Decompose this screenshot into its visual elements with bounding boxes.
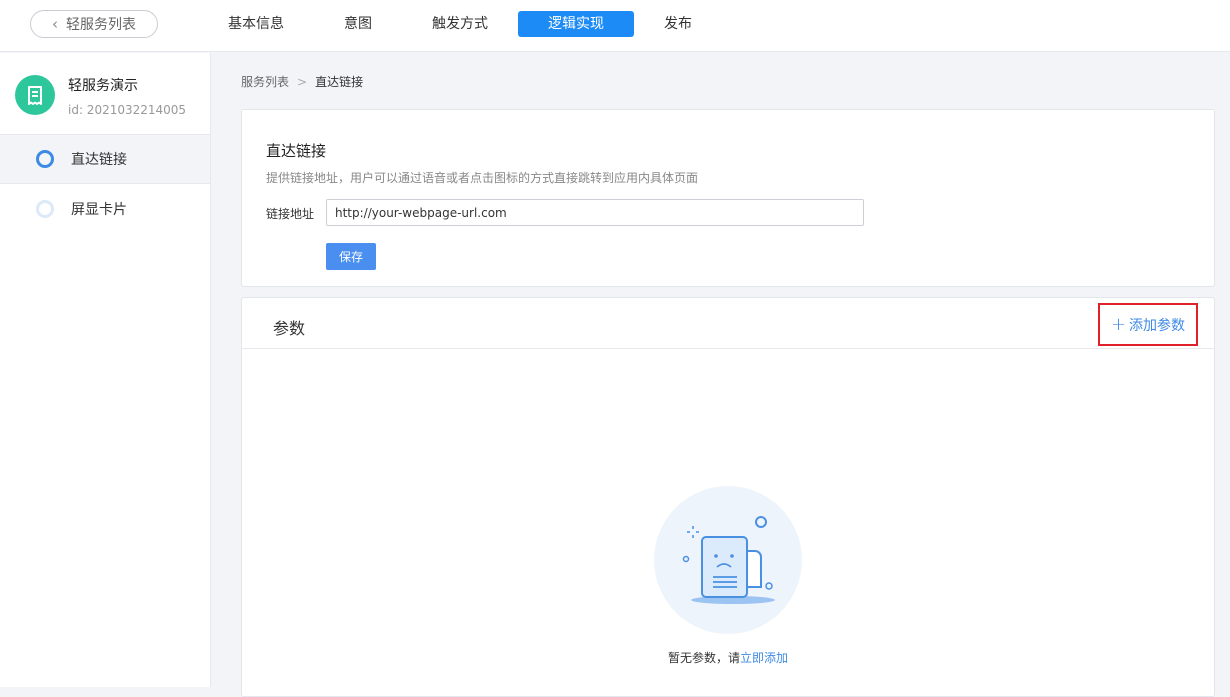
breadcrumb-current: 直达链接	[315, 75, 364, 89]
breadcrumb-separator-icon: >	[297, 74, 308, 89]
tab-trigger-method[interactable]: 触发方式	[422, 11, 498, 37]
save-button[interactable]: 保存	[326, 243, 376, 270]
service-name: 轻服务演示	[68, 78, 138, 94]
service-header: 轻服务演示 id: 2021032214005	[0, 53, 210, 135]
plus-icon: +	[1110, 313, 1127, 335]
sidebar-item-direct-link[interactable]: 直达链接	[0, 135, 210, 184]
back-button-label: 轻服务列表	[66, 17, 136, 33]
sidebar: 轻服务演示 id: 2021032214005 直达链接 屏显卡片	[0, 53, 211, 687]
add-parameter-label: 添加参数	[1129, 317, 1186, 334]
sidebar-item-screen-card[interactable]: 屏显卡片	[0, 184, 210, 233]
parameters-card: 参数 + 添加参数 暂无参数，请立即添加	[241, 297, 1215, 697]
direct-link-card: 直达链接 提供链接地址，用户可以通过语音或者点击图标的方式直接跳转到应用内具体页…	[241, 109, 1215, 287]
document-icon	[15, 75, 55, 115]
back-to-service-list-button[interactable]: ‹ 轻服务列表	[30, 10, 158, 38]
sidebar-item-label: 屏显卡片	[71, 201, 127, 218]
breadcrumb: 服务列表 > 直达链接	[241, 73, 363, 90]
parameters-title: 参数	[273, 319, 306, 338]
chevron-left-icon: ‹	[52, 14, 58, 33]
tab-logic-implementation[interactable]: 逻辑实现	[518, 11, 634, 37]
url-field-label: 链接地址	[266, 207, 315, 221]
empty-state-icon	[654, 486, 802, 634]
url-input[interactable]	[326, 199, 864, 226]
card-title: 直达链接	[266, 142, 327, 160]
top-navigation-bar: ‹ 轻服务列表 基本信息 意图 触发方式 逻辑实现 发布	[0, 0, 1230, 52]
empty-state-text: 暂无参数，请	[667, 651, 740, 665]
circle-icon	[36, 199, 54, 218]
sidebar-item-label: 直达链接	[71, 152, 127, 168]
empty-state-message: 暂无参数，请立即添加	[242, 649, 1214, 666]
card-description: 提供链接地址，用户可以通过语音或者点击图标的方式直接跳转到应用内具体页面	[266, 171, 699, 185]
add-parameter-button[interactable]: + 添加参数	[1098, 303, 1198, 346]
tab-basic-info[interactable]: 基本信息	[218, 11, 294, 37]
parameters-card-header: 参数 + 添加参数	[242, 298, 1214, 349]
tab-intent[interactable]: 意图	[330, 11, 386, 37]
tab-publish[interactable]: 发布	[652, 11, 704, 37]
circle-icon	[36, 150, 54, 168]
breadcrumb-root-link[interactable]: 服务列表	[241, 73, 289, 90]
add-now-link[interactable]: 立即添加	[740, 651, 788, 665]
service-id: id: 2021032214005	[68, 103, 187, 117]
